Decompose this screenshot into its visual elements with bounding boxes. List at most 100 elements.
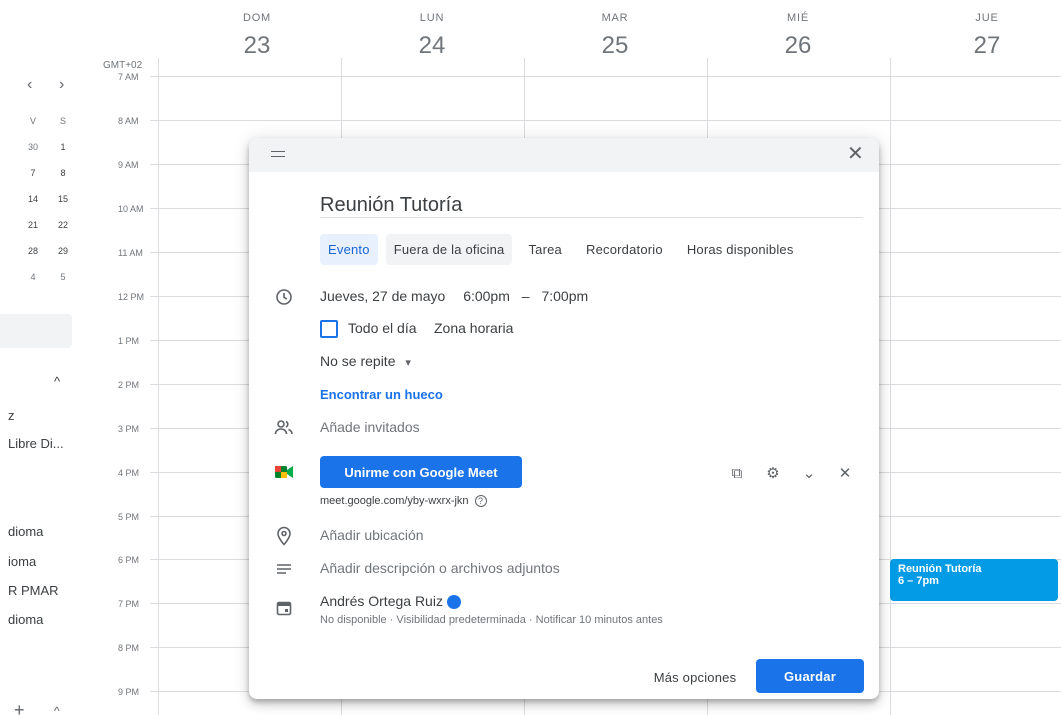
close-dialog-button[interactable]: ✕ bbox=[847, 144, 864, 164]
owner-calendar-selector[interactable]: Andrés Ortega Ruiz bbox=[320, 593, 461, 610]
calendar-list-item[interactable]: dioma bbox=[8, 524, 43, 539]
day-number[interactable]: 26 bbox=[738, 32, 858, 60]
tab-fuera-de-la-oficina[interactable]: Fuera de la oficina bbox=[385, 234, 513, 265]
calendar-list-item[interactable]: R PMAR bbox=[8, 583, 59, 598]
grid-column-line bbox=[890, 58, 891, 715]
tab-recordatorio[interactable]: Recordatorio bbox=[578, 234, 671, 265]
time-label: 7 AM bbox=[118, 72, 139, 82]
time-label: 9 PM bbox=[118, 687, 140, 697]
mini-calendar-day[interactable]: 7 bbox=[18, 168, 48, 178]
more-options-button[interactable]: Más opciones bbox=[643, 660, 747, 694]
time-label: 6 PM bbox=[118, 555, 140, 565]
google-meet-icon bbox=[274, 462, 294, 482]
event-type-tabs: Evento Fuera de la oficina Tarea Recorda… bbox=[320, 234, 810, 265]
event-chip-time: 6 – 7pm bbox=[898, 575, 939, 587]
expand-calendars-icon[interactable]: ^ bbox=[54, 704, 60, 715]
event-dialog: ✕ Reunión Tutoría Evento Fuera de la ofi… bbox=[249, 138, 879, 699]
owner-name: Andrés Ortega Ruiz bbox=[320, 593, 443, 609]
time-label: 10 AM bbox=[118, 204, 144, 214]
mini-calendar-day[interactable]: 1 bbox=[48, 142, 78, 152]
join-google-meet-button[interactable]: Unirme con Google Meet bbox=[320, 456, 522, 488]
calendar-color-dot bbox=[446, 595, 461, 610]
event-title-input[interactable]: Reunión Tutoría bbox=[320, 194, 863, 218]
tab-tarea[interactable]: Tarea bbox=[520, 234, 570, 265]
collapse-calendars-icon[interactable]: ^ bbox=[54, 374, 60, 389]
meet-link[interactable]: meet.google.com/yby-wxrx-jkn bbox=[320, 495, 469, 507]
time-label: 12 PM bbox=[118, 292, 145, 302]
owner-meta[interactable]: No disponible · Visibilidad predetermina… bbox=[320, 614, 663, 626]
description-input[interactable]: Añadir descripción o archivos adjuntos bbox=[320, 560, 560, 576]
day-header-thu[interactable]: JUE 27 bbox=[927, 0, 1047, 62]
people-icon bbox=[274, 418, 294, 438]
repeat-label: No se repite bbox=[320, 353, 396, 369]
day-header-sun[interactable]: DOM 23 bbox=[197, 0, 317, 62]
day-header-wed[interactable]: MIÉ 26 bbox=[738, 0, 858, 62]
day-number[interactable]: 23 bbox=[197, 32, 317, 60]
day-number[interactable]: 25 bbox=[555, 32, 675, 60]
day-header-mon[interactable]: LUN 24 bbox=[372, 0, 492, 62]
day-name: MIÉ bbox=[787, 12, 809, 24]
time-label: 9 AM bbox=[118, 160, 139, 170]
drag-handle-icon[interactable] bbox=[271, 151, 285, 157]
time-label: 8 AM bbox=[118, 116, 139, 126]
close-icon[interactable]: ✕ bbox=[835, 463, 855, 483]
all-day-checkbox[interactable] bbox=[320, 320, 338, 338]
chevron-down-icon: ▾ bbox=[405, 357, 411, 369]
mini-calendar-day[interactable]: 5 bbox=[48, 272, 78, 282]
event-date[interactable]: Jueves, 27 de mayo bbox=[320, 288, 445, 304]
mini-calendar-day[interactable]: 14 bbox=[18, 194, 48, 204]
save-button[interactable]: Guardar bbox=[756, 659, 864, 693]
day-number[interactable]: 24 bbox=[372, 32, 492, 60]
event-start-time[interactable]: 6:00pm bbox=[463, 288, 510, 304]
event-end-time[interactable]: 7:00pm bbox=[541, 288, 588, 304]
calendar-list-item[interactable]: Libre Di... bbox=[8, 436, 64, 451]
copy-icon[interactable]: ⧉ bbox=[727, 463, 747, 483]
day-number[interactable]: 27 bbox=[927, 32, 1047, 60]
mini-calendar-day[interactable]: 8 bbox=[48, 168, 78, 178]
gear-icon[interactable]: ⚙ bbox=[763, 463, 783, 483]
search-people-field[interactable] bbox=[0, 314, 72, 348]
day-name: JUE bbox=[975, 12, 999, 24]
calendar-event-chip[interactable]: Reunión Tutoría 6 – 7pm bbox=[890, 559, 1058, 601]
mini-calendar-day[interactable]: 21 bbox=[18, 220, 48, 230]
day-name: MAR bbox=[601, 12, 629, 24]
mini-calendar-day[interactable]: 22 bbox=[48, 220, 78, 230]
grid-hour-line bbox=[150, 120, 1061, 121]
calendar-list-item[interactable]: dioma bbox=[8, 612, 43, 627]
time-label: 5 PM bbox=[118, 512, 140, 522]
repeat-dropdown[interactable]: No se repite ▾ bbox=[320, 353, 411, 369]
location-pin-icon bbox=[274, 526, 294, 546]
tab-horas-disponibles[interactable]: Horas disponibles bbox=[679, 234, 802, 265]
chevron-down-icon[interactable]: ⌄ bbox=[799, 463, 819, 483]
prev-week-button[interactable]: ‹ bbox=[27, 76, 32, 94]
grid-column-line bbox=[158, 58, 159, 715]
meet-link-row: meet.google.com/yby-wxrx-jkn? bbox=[320, 495, 487, 507]
guests-input[interactable]: Añade invitados bbox=[320, 419, 420, 435]
mini-calendar-day[interactable]: 29 bbox=[48, 246, 78, 256]
next-week-button[interactable]: › bbox=[59, 76, 64, 94]
tab-evento[interactable]: Evento bbox=[320, 234, 378, 265]
dialog-drag-bar[interactable]: ✕ bbox=[249, 138, 879, 172]
time-label: 3 PM bbox=[118, 424, 140, 434]
mini-calendar-day[interactable]: 4 bbox=[18, 272, 48, 282]
all-day-label[interactable]: Todo el día bbox=[348, 320, 417, 336]
add-calendar-icon[interactable]: + bbox=[14, 700, 25, 715]
mini-calendar-day[interactable]: 28 bbox=[18, 246, 48, 256]
time-label: 1 PM bbox=[118, 336, 140, 346]
timezone-label: GMT+02 bbox=[103, 60, 143, 71]
clock-icon bbox=[274, 287, 294, 307]
mini-calendar-day[interactable]: 15 bbox=[48, 194, 78, 204]
calendar-list-item[interactable]: z bbox=[8, 408, 15, 423]
calendar-list-item[interactable]: ioma bbox=[8, 554, 36, 569]
location-input[interactable]: Añadir ubicación bbox=[320, 527, 424, 543]
time-separator: – bbox=[521, 288, 530, 304]
event-chip-title: Reunión Tutoría bbox=[898, 563, 982, 575]
mini-calendar-day[interactable]: 30 bbox=[18, 142, 48, 152]
calendar-icon bbox=[274, 598, 294, 618]
help-icon[interactable]: ? bbox=[474, 495, 487, 507]
day-name: LUN bbox=[419, 12, 445, 24]
day-header-tue[interactable]: MAR 25 bbox=[555, 0, 675, 62]
find-slot-link[interactable]: Encontrar un hueco bbox=[320, 387, 443, 402]
day-name: DOM bbox=[242, 12, 272, 24]
timezone-link[interactable]: Zona horaria bbox=[434, 320, 513, 336]
